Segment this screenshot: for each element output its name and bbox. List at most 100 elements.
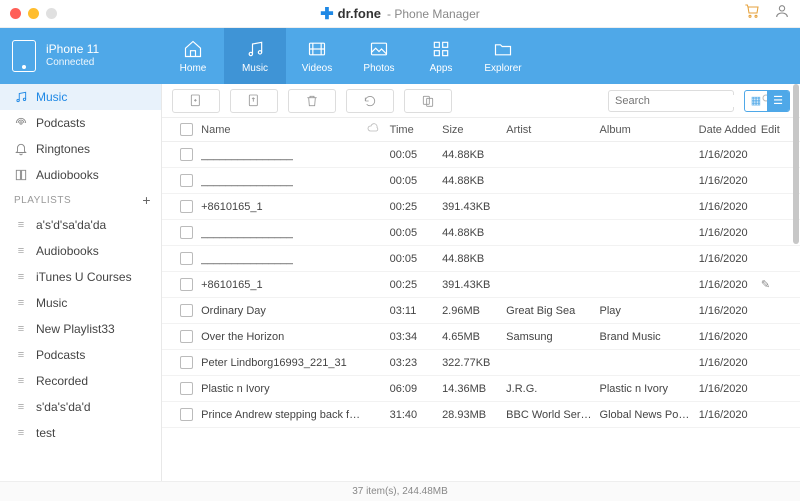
playlist-item[interactable]: ≡test xyxy=(0,420,161,446)
sidebar-item-podcasts[interactable]: Podcasts xyxy=(0,110,161,136)
table-row[interactable]: +8610165_100:25391.43KB1/16/2020 xyxy=(162,194,800,220)
table-row[interactable]: _______________00:0544.88KB1/16/2020 xyxy=(162,168,800,194)
nav-label: Apps xyxy=(430,63,453,74)
table-row[interactable]: _______________00:0544.88KB1/16/2020 xyxy=(162,220,800,246)
playlist-icon: ≡ xyxy=(14,374,28,388)
table-row[interactable]: Over the Horizon03:344.65MBSamsungBrand … xyxy=(162,324,800,350)
phone-icon xyxy=(12,40,36,72)
nav-home[interactable]: Home xyxy=(162,28,224,84)
cell-time: 03:23 xyxy=(390,357,442,369)
user-icon[interactable] xyxy=(774,3,790,24)
delete-button[interactable] xyxy=(288,89,336,113)
row-checkbox[interactable] xyxy=(180,174,193,187)
row-checkbox[interactable] xyxy=(180,304,193,317)
playlist-icon: ≡ xyxy=(14,270,28,284)
row-checkbox[interactable] xyxy=(180,356,193,369)
cell-size: 44.88KB xyxy=(442,149,506,161)
search-box[interactable] xyxy=(608,90,734,112)
table-row[interactable]: Prince Andrew stepping back fro... 31:402… xyxy=(162,402,800,428)
dedupe-button[interactable] xyxy=(404,89,452,113)
close-window-button[interactable] xyxy=(10,8,21,19)
table-row[interactable]: Peter Lindborg16993_221_3103:23322.77KB1… xyxy=(162,350,800,376)
view-list-button[interactable]: ☰ xyxy=(767,91,789,111)
col-artist[interactable]: Artist xyxy=(506,124,599,136)
export-button[interactable] xyxy=(230,89,278,113)
cell-name: _______________ xyxy=(201,253,366,265)
maximize-window-button[interactable] xyxy=(46,8,57,19)
row-checkbox[interactable] xyxy=(180,226,193,239)
playlist-label: s'da's'da'd xyxy=(36,400,91,414)
cell-album: Global News Podc... xyxy=(600,409,699,421)
table-row[interactable]: Plastic n Ivory06:0914.36MBJ.R.G.Plastic… xyxy=(162,376,800,402)
row-checkbox[interactable] xyxy=(180,382,193,395)
nav-explorer[interactable]: Explorer xyxy=(472,28,534,84)
playlist-item[interactable]: ≡Recorded xyxy=(0,368,161,394)
table-row[interactable]: _______________00:0544.88KB1/16/2020 xyxy=(162,246,800,272)
playlist-item[interactable]: ≡Podcasts xyxy=(0,342,161,368)
sidebar-item-label: Ringtones xyxy=(36,142,90,156)
row-checkbox[interactable] xyxy=(180,330,193,343)
table-row[interactable]: +8610165_100:25391.43KB1/16/2020✎ xyxy=(162,272,800,298)
cell-size: 28.93MB xyxy=(442,409,506,421)
playlist-item[interactable]: ≡New Playlist33 xyxy=(0,316,161,342)
refresh-button[interactable] xyxy=(346,89,394,113)
cell-name: Prince Andrew stepping back fro... xyxy=(201,409,366,421)
cell-album: Plastic n Ivory xyxy=(600,383,699,395)
playlist-icon: ≡ xyxy=(14,218,28,232)
playlist-item[interactable]: ≡Audiobooks xyxy=(0,238,161,264)
sidebar-item-ringtones[interactable]: Ringtones xyxy=(0,136,161,162)
cell-edit[interactable]: ✎ xyxy=(761,278,790,291)
playlist-label: New Playlist33 xyxy=(36,322,115,336)
row-checkbox[interactable] xyxy=(180,200,193,213)
playlist-item[interactable]: ≡Music xyxy=(0,290,161,316)
cell-time: 03:11 xyxy=(390,305,442,317)
nav-apps[interactable]: Apps xyxy=(410,28,472,84)
col-name[interactable]: Name xyxy=(201,124,366,136)
col-time[interactable]: Time xyxy=(390,124,442,136)
search-input[interactable] xyxy=(615,95,757,107)
nav-music[interactable]: Music xyxy=(224,28,286,84)
music-icon xyxy=(245,39,265,59)
playlist-item[interactable]: ≡s'da's'da'd xyxy=(0,394,161,420)
add-playlist-button[interactable]: + xyxy=(142,192,151,208)
row-checkbox[interactable] xyxy=(180,278,193,291)
cell-time: 00:25 xyxy=(390,279,442,291)
row-checkbox[interactable] xyxy=(180,408,193,421)
minimize-window-button[interactable] xyxy=(28,8,39,19)
cell-name: Ordinary Day xyxy=(201,305,366,317)
cart-icon[interactable] xyxy=(744,3,760,24)
playlist-item[interactable]: ≡ a's'd'sa'da'da xyxy=(0,212,161,238)
nav-photos[interactable]: Photos xyxy=(348,28,410,84)
view-grid-button[interactable]: ▦ xyxy=(745,91,767,111)
nav-videos[interactable]: Videos xyxy=(286,28,348,84)
row-checkbox[interactable] xyxy=(180,148,193,161)
sidebar-item-audiobooks[interactable]: Audiobooks xyxy=(0,162,161,188)
add-button[interactable] xyxy=(172,89,220,113)
table-row[interactable]: _______________00:0544.88KB1/16/2020 xyxy=(162,142,800,168)
row-checkbox[interactable] xyxy=(180,252,193,265)
cell-date: 1/16/2020 xyxy=(699,383,761,395)
cell-time: 31:40 xyxy=(390,409,442,421)
cell-time: 00:25 xyxy=(390,201,442,213)
main-toolbar: iPhone 11 Connected HomeMusic Videos Photo… xyxy=(0,28,800,84)
playlist-item[interactable]: ≡iTunes U Courses xyxy=(0,264,161,290)
nav-label: Videos xyxy=(302,63,332,74)
music-icon xyxy=(14,90,28,104)
cell-size: 391.43KB xyxy=(442,279,506,291)
table-row[interactable]: Ordinary Day03:112.96MBGreat Big SeaPlay… xyxy=(162,298,800,324)
scrollbar-thumb[interactable] xyxy=(793,84,799,244)
cell-size: 391.43KB xyxy=(442,201,506,213)
edit-icon: ✎ xyxy=(761,279,770,291)
playlist-label: a's'd'sa'da'da xyxy=(36,218,106,232)
sidebar-item-label: Music xyxy=(36,90,67,104)
device-pane[interactable]: iPhone 11 Connected xyxy=(0,28,162,84)
select-all-checkbox[interactable] xyxy=(180,123,193,136)
col-size[interactable]: Size xyxy=(442,124,506,136)
nav-tabs: HomeMusic Videos Photos Apps Explorer xyxy=(162,28,534,84)
device-status: Connected xyxy=(46,57,99,70)
col-album[interactable]: Album xyxy=(600,124,699,136)
cell-album: Brand Music xyxy=(600,331,699,343)
sidebar-item-music[interactable]: Music xyxy=(0,84,161,110)
status-bar: 37 item(s), 244.48MB xyxy=(0,481,800,501)
col-date[interactable]: Date Added xyxy=(699,124,761,136)
